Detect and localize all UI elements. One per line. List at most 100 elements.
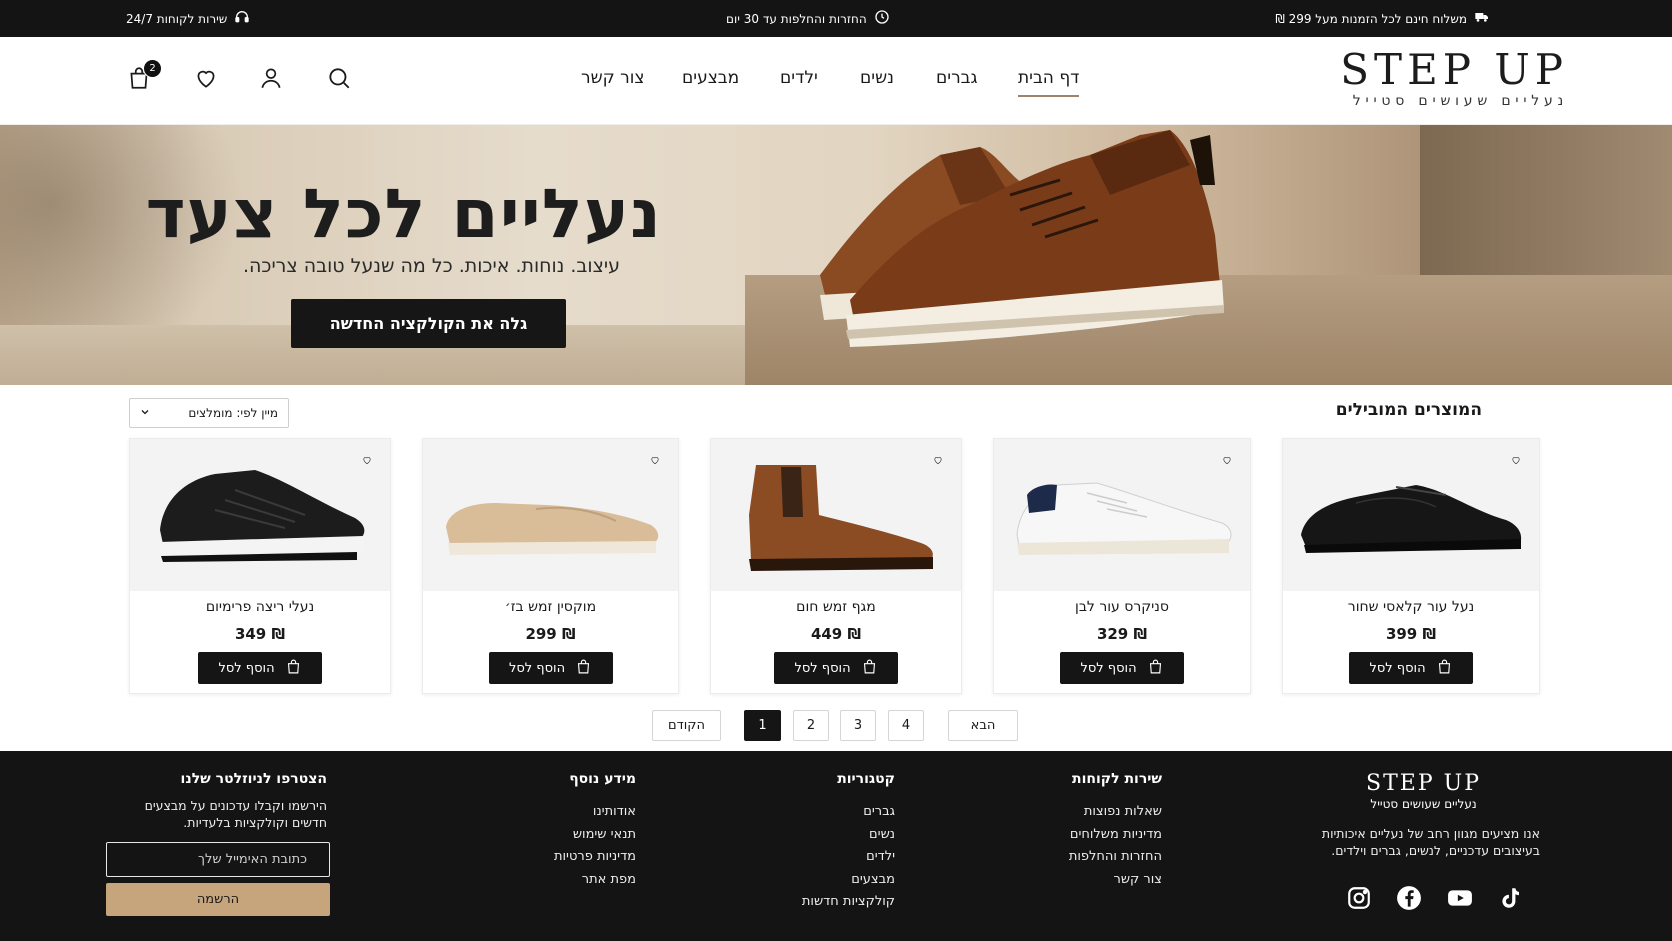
add-to-cart-label: הוסף לסל (508, 660, 566, 676)
pagination-page-2[interactable]: 2 (793, 710, 829, 741)
product-price: ₪ 399 (1385, 625, 1437, 643)
hero-banner: נעליים לכל צעד עיצוב. נוחות. איכות. כל מ… (0, 125, 1672, 385)
facebook-icon[interactable] (1396, 885, 1422, 911)
product-image[interactable] (994, 439, 1250, 591)
free-shipping-text: משלוח חינם לכל הזמנות מעל 299 ₪ (1275, 11, 1467, 26)
tiktok-icon[interactable] (1497, 885, 1523, 911)
wishlist-heart-icon[interactable] (644, 449, 666, 471)
pagination-page-3[interactable]: 3 (840, 710, 876, 741)
product-image[interactable] (711, 439, 961, 591)
footer-link-terms[interactable]: תנאי שימוש (554, 824, 636, 847)
search-button[interactable] (324, 65, 354, 95)
white-sneaker-icon (1016, 482, 1232, 555)
footer-link-contact[interactable]: צור קשר (1069, 869, 1163, 892)
footer-link-women[interactable]: נשים (802, 824, 895, 847)
footer-link-sitemap[interactable]: מפת אתר (554, 869, 636, 892)
product-image[interactable] (423, 439, 678, 591)
footer-link-shipping[interactable]: מדיניות משלוחים (1069, 824, 1162, 847)
hero-cta-button[interactable]: גלה את הקולקציה החדשה (291, 299, 566, 348)
product-card[interactable]: נעלי ריצה פרימיום ₪ 349 הוסף לסל (129, 438, 391, 694)
product-image[interactable] (1283, 439, 1539, 591)
wishlist-heart-icon[interactable] (356, 449, 378, 471)
wishlist-heart-icon[interactable] (1216, 449, 1238, 471)
hero-shoes-image (820, 130, 1224, 347)
footer-customer-service: שירות לקוחות שאלות נפוצות מדיניות משלוחי… (1069, 771, 1162, 891)
wishlist-heart-icon[interactable] (927, 449, 949, 471)
product-name[interactable]: נעלי ריצה פרימיום (130, 599, 390, 615)
clock-icon (874, 9, 890, 28)
add-to-cart-label: הוסף לסל (218, 660, 275, 676)
sort-dropdown[interactable]: מיין לפי: מומלצים (129, 398, 289, 428)
add-to-cart-label: הוסף לסל (1080, 660, 1137, 676)
footer-link-sales[interactable]: מבצעים (802, 869, 895, 892)
product-card[interactable]: מגף זמש חום ₪ 449 הוסף לסל (710, 438, 962, 694)
pagination-page-4[interactable]: 4 (888, 710, 924, 741)
add-to-cart-button[interactable]: הוסף לסל (488, 652, 613, 684)
newsletter-title: הצטרפו לניוזלטר שלנו (180, 771, 327, 787)
sort-label: מיין לפי: מומלצים (188, 406, 278, 420)
newsletter-email-input[interactable] (106, 842, 330, 877)
nav-kids[interactable]: ילדים (780, 67, 818, 97)
returns-notice: החזרות והחלפות עד 30 יום (726, 0, 890, 37)
instagram-icon[interactable] (1346, 885, 1372, 911)
bag-icon (1147, 658, 1164, 679)
nav-sales[interactable]: מבצעים (682, 67, 739, 97)
hero-title: נעליים לכל צעד (145, 175, 662, 254)
main-nav: דף הבית גברים נשים ילדים מבצעים צור קשר (0, 67, 1672, 97)
product-card[interactable]: מוקסין זמש בז׳ ₪ 299 הוסף לסל (422, 438, 679, 694)
search-icon (326, 65, 352, 95)
footer-link-faq[interactable]: שאלות נפוצות (1069, 801, 1162, 824)
product-card[interactable]: סניקרס עור לבן ₪ 329 הוסף לסל (993, 438, 1251, 694)
pagination-page-1[interactable]: 1 (744, 710, 781, 741)
add-to-cart-button[interactable]: הוסף לסל (198, 652, 322, 684)
newsletter-submit-button[interactable]: הרשמה (106, 883, 330, 916)
footer-about-text: אנו מציעים מגוון רחב של נעליים איכותיות … (1321, 826, 1540, 858)
wishlist-button[interactable] (191, 65, 221, 95)
footer-link-returns[interactable]: החזרות והחלפות (1069, 846, 1162, 869)
site-header: STEP UP נעליים שעושים סטייל דף הבית גברי… (0, 37, 1672, 125)
black-running-shoe-icon (159, 470, 365, 562)
footer-link-men[interactable]: גברים (802, 801, 895, 824)
add-to-cart-button[interactable]: הוסף לסל (774, 652, 898, 684)
footer-link-kids[interactable]: ילדים (802, 846, 895, 869)
footer-more-info: מידע נוסף אודותינו תנאי שימוש מדיניות פר… (554, 771, 636, 891)
nav-home[interactable]: דף הבית (1018, 67, 1080, 97)
free-shipping-notice: משלוח חינם לכל הזמנות מעל 299 ₪ (1275, 0, 1490, 37)
youtube-icon[interactable] (1447, 885, 1473, 911)
nav-women[interactable]: נשים (860, 67, 894, 97)
product-name[interactable]: מגף זמש חום (711, 599, 961, 615)
footer-link-about[interactable]: אודותינו (554, 801, 636, 824)
top-announcement-bar: משלוח חינם לכל הזמנות מעל 299 ₪ החזרות ו… (0, 0, 1672, 37)
bag-icon (861, 658, 878, 679)
cart-button[interactable]: 2 (124, 59, 162, 95)
footer-logo-tagline: נעליים שעושים סטייל (1370, 797, 1477, 811)
footer-customer-service-title: שירות לקוחות (1072, 771, 1162, 787)
support-notice: שירות לקוחות 24/7 (126, 0, 250, 37)
cart-count-badge: 2 (143, 59, 162, 78)
product-price: ₪ 329 (1096, 625, 1148, 643)
add-to-cart-button[interactable]: הוסף לסל (1349, 652, 1473, 684)
product-price: ₪ 449 (810, 625, 862, 643)
pagination-next[interactable]: הבא (948, 710, 1018, 741)
nav-contact[interactable]: צור קשר (581, 67, 644, 97)
product-name[interactable]: סניקרס עור לבן (994, 599, 1250, 615)
bag-icon (1436, 658, 1453, 679)
black-oxford-shoe-icon (1301, 485, 1522, 553)
returns-text: החזרות והחלפות עד 30 יום (726, 11, 867, 26)
footer-categories: קטגוריות גברים נשים ילדים מבצעים קולקציו… (802, 771, 895, 914)
product-name[interactable]: מוקסין זמש בז׳ (423, 599, 678, 615)
user-icon (258, 65, 284, 95)
product-name[interactable]: נעל עור קלאסי שחור (1283, 599, 1539, 615)
product-card[interactable]: נעל עור קלאסי שחור ₪ 399 הוסף לסל (1282, 438, 1540, 694)
footer-link-privacy[interactable]: מדיניות פרטיות (554, 846, 636, 869)
account-button[interactable] (256, 65, 286, 95)
add-to-cart-button[interactable]: הוסף לסל (1060, 652, 1184, 684)
wishlist-heart-icon[interactable] (1505, 449, 1527, 471)
beige-loafer-icon (445, 503, 658, 555)
nav-men[interactable]: גברים (936, 67, 978, 97)
footer-logo[interactable]: STEP UP נעליים שעושים סטייל (1366, 771, 1481, 811)
footer-link-new-collections[interactable]: קולקציות חדשות (802, 891, 895, 914)
heart-icon (193, 65, 219, 95)
pagination-prev[interactable]: הקודם (652, 710, 721, 741)
product-image[interactable] (130, 439, 390, 591)
